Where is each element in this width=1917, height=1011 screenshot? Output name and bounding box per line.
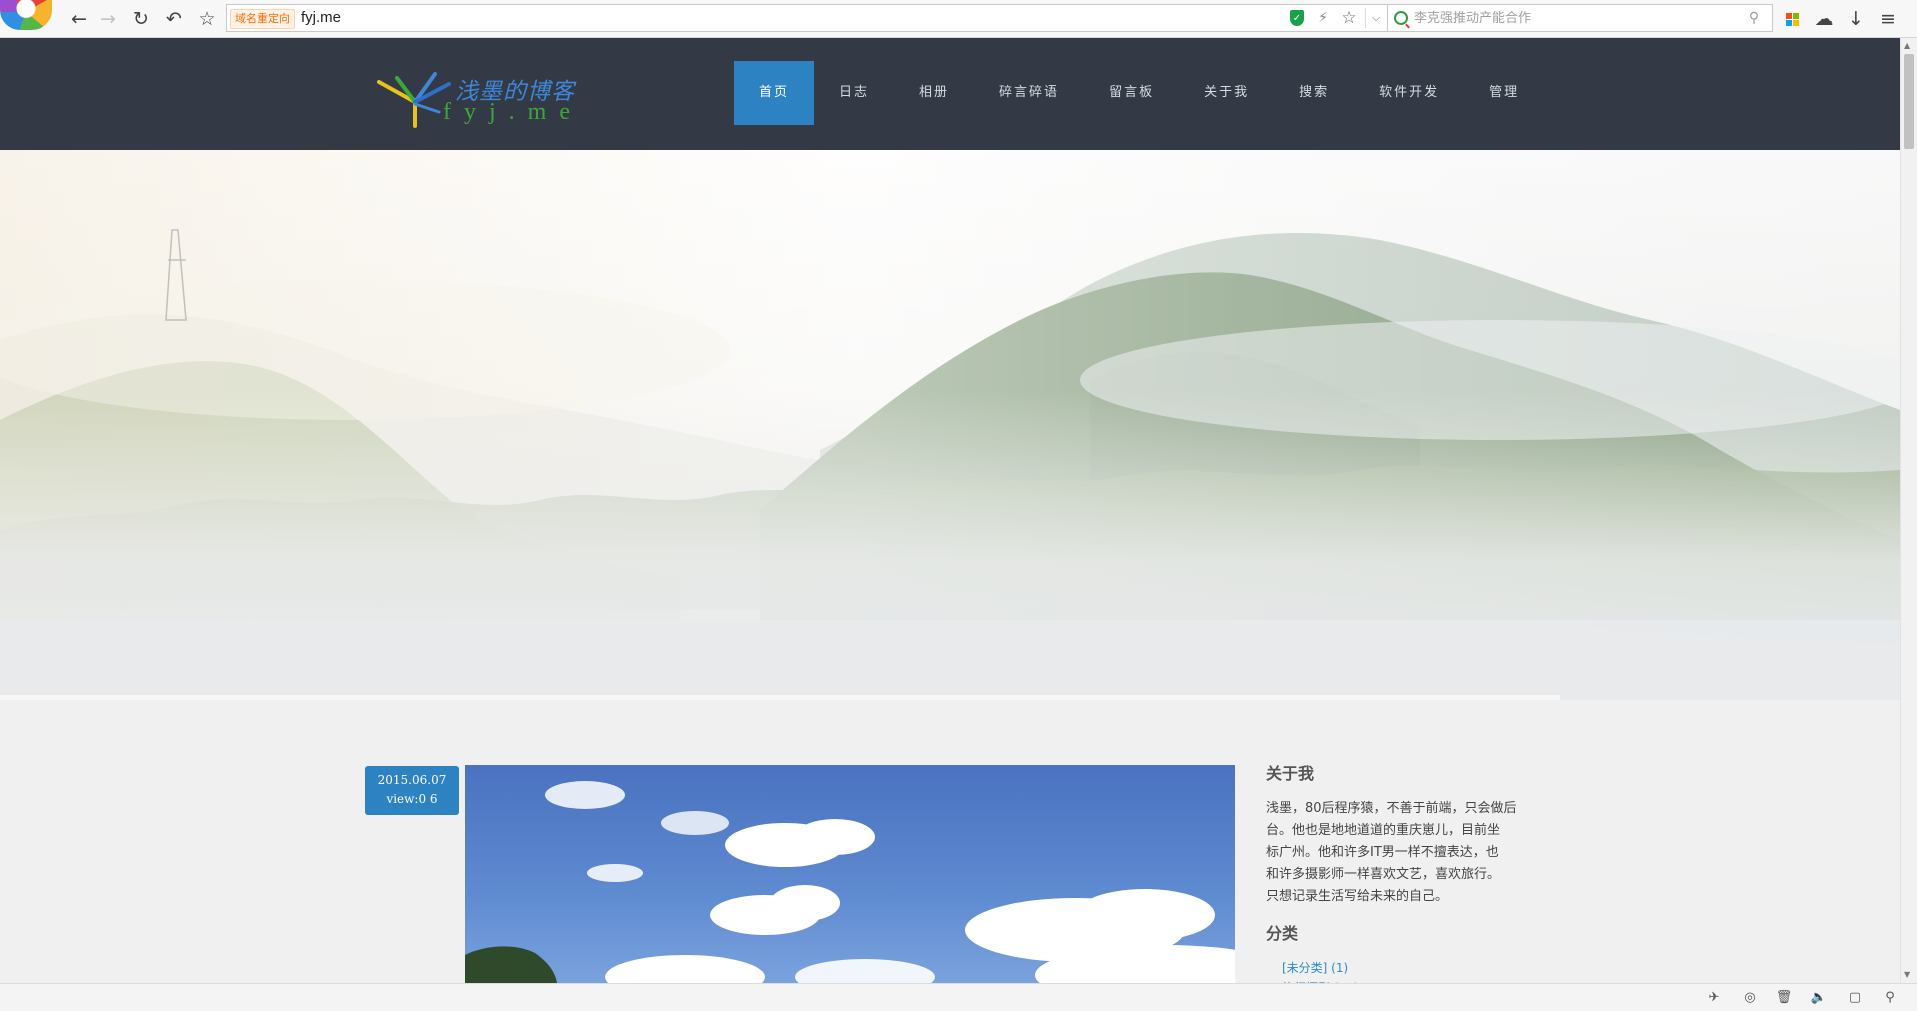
shield-icon: ✓ — [1290, 10, 1304, 26]
scroll-down-icon[interactable]: ▼ — [1904, 970, 1910, 979]
about-line: 和许多摄影师一样喜欢文艺，喜欢旅行。 — [1266, 867, 1501, 882]
nav-item-guestbook[interactable]: 留言板 — [1084, 61, 1179, 125]
lightning-icon[interactable]: ⚡ — [1313, 8, 1333, 28]
cloud-icon[interactable]: ☁ — [1812, 7, 1836, 31]
search-engine-icon[interactable] — [1394, 11, 1408, 25]
nav-item-search[interactable]: 搜索 — [1274, 61, 1354, 125]
address-dropdown-icon[interactable]: ⌵ — [1365, 8, 1386, 28]
page-scrollbar[interactable]: ▲ ▼ — [1900, 38, 1917, 983]
download-icon[interactable]: ↓ — [1844, 7, 1868, 31]
about-line: 台。他也是地地道道的重庆崽儿，目前坐 — [1266, 823, 1501, 838]
nav-item-home[interactable]: 首页 — [734, 61, 815, 125]
about-text: 浅墨，80后程序猿，不善于前端，只会做后 台。他也是地地道道的重庆崽儿，目前坐 … — [1266, 798, 1546, 908]
post-thumbnail[interactable] — [465, 765, 1235, 983]
nav-item-software[interactable]: 软件开发 — [1354, 61, 1464, 125]
sky-clouds-image — [465, 781, 1235, 983]
undo-close-icon[interactable]: ↶ — [162, 7, 186, 31]
browser-toolbar: ← → ↻ ↶ ☆ 域名重定向 fyj.me ✓ ⚡ ☆ ⌵ ⚲ ☁ ↓ ≡ — [0, 0, 1917, 38]
post-views: view:0 6 — [386, 792, 438, 806]
sidebar: 关于我 浅墨，80后程序猿，不善于前端，只会做后 台。他也是地地道道的重庆崽儿，… — [1266, 760, 1546, 998]
category-item[interactable]: [未分类] (1) — [1282, 958, 1546, 978]
apps-icon[interactable] — [1780, 7, 1804, 31]
reload-icon[interactable]: ↻ — [129, 7, 153, 31]
about-line: 浅墨，80后程序猿，不善于前端，只会做后 — [1266, 801, 1517, 816]
window-icon[interactable]: ▢ — [1847, 989, 1863, 1005]
post-date-badge: 2015.06.07 view:0 6 — [365, 766, 459, 815]
paper-plane-icon[interactable]: ✈ — [1706, 989, 1722, 1005]
trash-icon[interactable]: 🗑 — [1776, 989, 1793, 1005]
site-logo[interactable]: 浅墨的博客 fyj.me — [375, 72, 585, 132]
menu-icon[interactable]: ≡ — [1876, 7, 1900, 31]
hero-banner — [0, 150, 1900, 700]
address-url[interactable]: fyj.me — [301, 9, 341, 27]
speaker-icon[interactable]: 🔈 — [1811, 989, 1827, 1005]
nav-item-journal[interactable]: 日志 — [814, 61, 894, 125]
scroll-thumb[interactable] — [1904, 54, 1914, 149]
main-nav: 首页 日志 相册 碎言碎语 留言板 关于我 搜索 软件开发 管理 — [734, 61, 1544, 125]
misty-mountains-image — [0, 150, 1900, 700]
scroll-up-icon[interactable]: ▲ — [1904, 41, 1910, 50]
apps-grid-icon — [1785, 12, 1799, 26]
security-shield-icon[interactable]: ✓ — [1287, 8, 1307, 28]
about-line: 标广州。他和许多IT男一样不擅表达，也 — [1266, 845, 1499, 860]
favorite-icon[interactable]: ☆ — [195, 7, 219, 31]
nav-item-admin[interactable]: 管理 — [1464, 61, 1544, 125]
search-box: ⚲ — [1388, 4, 1773, 32]
site-header: 浅墨的博客 fyj.me 首页 日志 相册 碎言碎语 留言板 关于我 搜索 软件… — [0, 38, 1900, 150]
forward-icon[interactable]: → — [96, 7, 120, 31]
zoom-icon[interactable]: ⚲ — [1882, 989, 1898, 1005]
accelerator-icon[interactable]: ◎ — [1742, 989, 1758, 1005]
bookmark-star-icon[interactable]: ☆ — [1339, 8, 1359, 28]
logo-text-en: fyj.me — [443, 99, 583, 125]
category-title: 分类 — [1266, 924, 1299, 943]
about-title: 关于我 — [1266, 764, 1315, 783]
search-icon[interactable]: ⚲ — [1744, 8, 1764, 28]
back-icon[interactable]: ← — [67, 7, 91, 31]
nav-item-notes[interactable]: 碎言碎语 — [974, 61, 1084, 125]
about-line: 只想记录生活写给未来的自己。 — [1266, 889, 1449, 904]
domain-redirect-badge[interactable]: 域名重定向 — [230, 9, 295, 29]
browser-statusbar: ✈ ◎ 🗑 🔈 ▢ ⚲ — [0, 983, 1917, 1011]
post-date: 2015.06.07 — [377, 773, 447, 787]
nav-item-about[interactable]: 关于我 — [1179, 61, 1274, 125]
search-input[interactable] — [1414, 9, 1734, 27]
address-bar[interactable]: 域名重定向 fyj.me ✓ ⚡ ☆ ⌵ — [226, 4, 1388, 32]
nav-item-album[interactable]: 相册 — [894, 61, 974, 125]
browser-logo-icon[interactable] — [0, 0, 52, 30]
